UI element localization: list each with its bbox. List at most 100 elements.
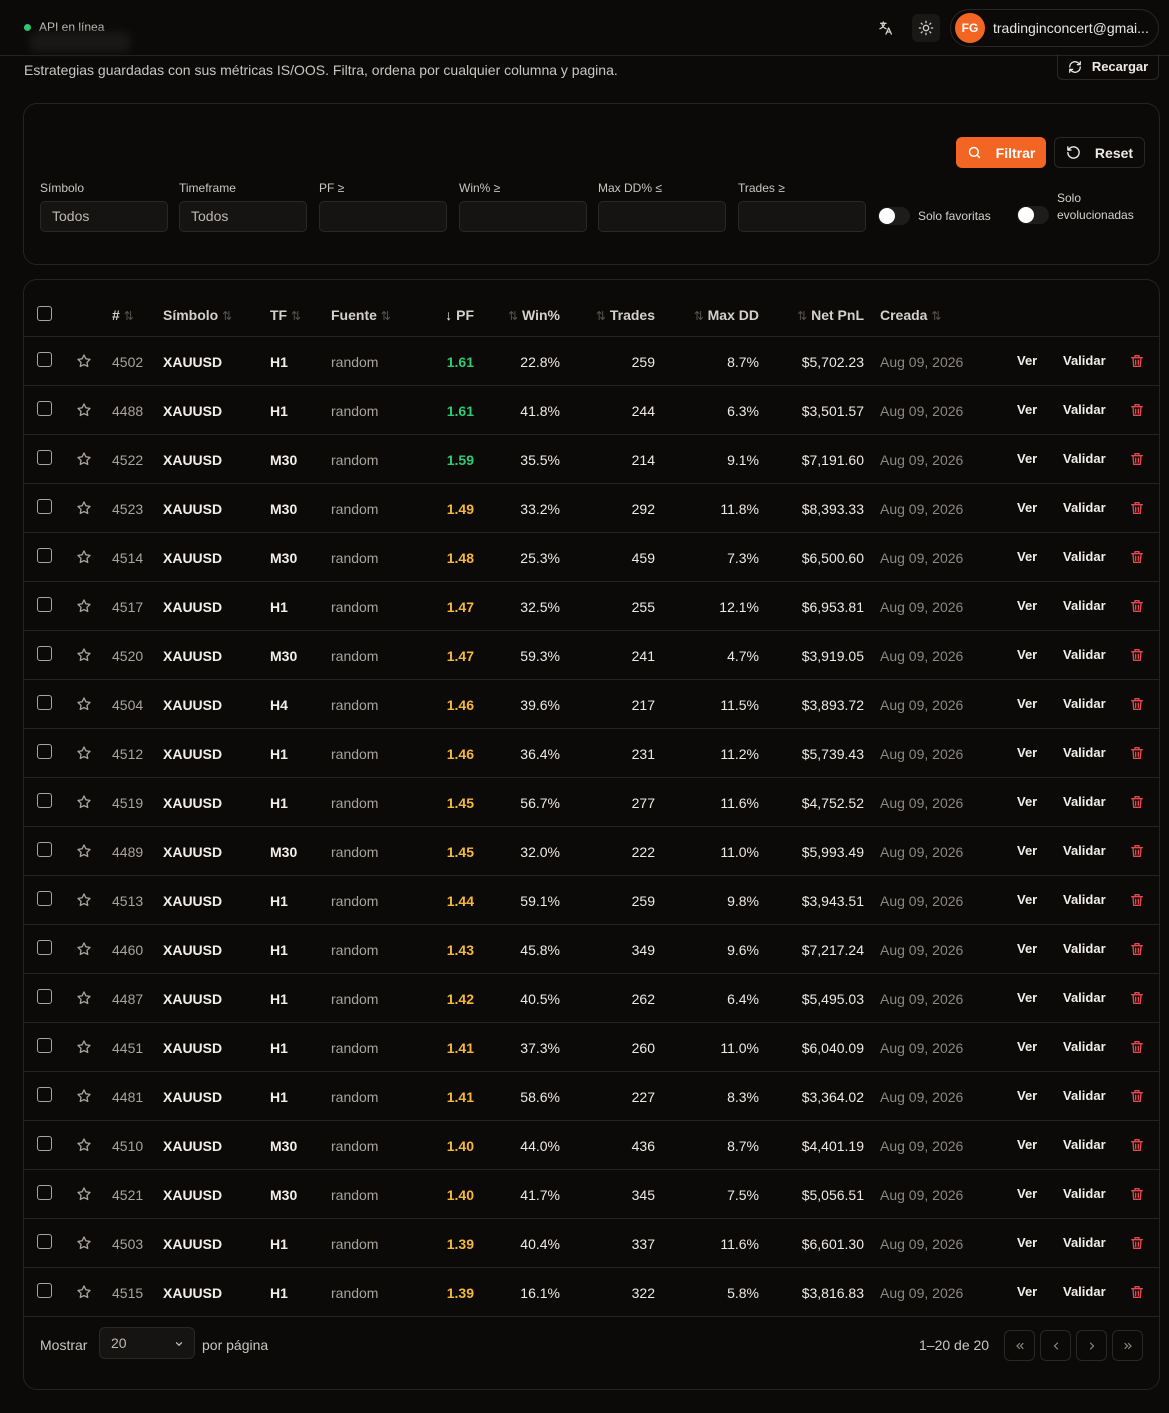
view-button[interactable]: Ver: [1017, 1186, 1037, 1201]
col-win[interactable]: ⇅ Win%: [508, 307, 560, 323]
last-page-button[interactable]: [1112, 1330, 1143, 1361]
validate-button[interactable]: Validar: [1063, 598, 1106, 613]
star-icon[interactable]: [76, 745, 92, 761]
star-icon[interactable]: [76, 696, 92, 712]
validate-button[interactable]: Validar: [1063, 647, 1106, 662]
row-checkbox[interactable]: [37, 744, 52, 759]
validate-button[interactable]: Validar: [1063, 1235, 1106, 1250]
col-id[interactable]: # ⇅: [112, 307, 134, 323]
star-icon[interactable]: [76, 451, 92, 467]
trash-icon[interactable]: [1129, 1137, 1145, 1153]
view-button[interactable]: Ver: [1017, 1284, 1037, 1299]
trash-icon[interactable]: [1129, 451, 1145, 467]
row-checkbox[interactable]: [37, 891, 52, 906]
star-icon[interactable]: [76, 1039, 92, 1055]
row-checkbox[interactable]: [37, 1038, 52, 1053]
view-button[interactable]: Ver: [1017, 451, 1037, 466]
row-checkbox[interactable]: [37, 793, 52, 808]
col-pf[interactable]: ↓ PF: [445, 307, 474, 323]
view-button[interactable]: Ver: [1017, 1137, 1037, 1152]
theme-toggle-button[interactable]: [912, 14, 940, 42]
row-checkbox[interactable]: [37, 989, 52, 1004]
row-checkbox[interactable]: [37, 352, 52, 367]
star-icon[interactable]: [76, 990, 92, 1006]
view-button[interactable]: Ver: [1017, 892, 1037, 907]
validate-button[interactable]: Validar: [1063, 745, 1106, 760]
view-button[interactable]: Ver: [1017, 843, 1037, 858]
reset-button[interactable]: Reset: [1054, 137, 1145, 168]
validate-button[interactable]: Validar: [1063, 941, 1106, 956]
trash-icon[interactable]: [1129, 598, 1145, 614]
validate-button[interactable]: Validar: [1063, 353, 1106, 368]
user-menu[interactable]: FG tradinginconcert@gmai...: [950, 9, 1159, 47]
view-button[interactable]: Ver: [1017, 1039, 1037, 1054]
view-button[interactable]: Ver: [1017, 990, 1037, 1005]
validate-button[interactable]: Validar: [1063, 794, 1106, 809]
trash-icon[interactable]: [1129, 794, 1145, 810]
row-checkbox[interactable]: [37, 695, 52, 710]
validate-button[interactable]: Validar: [1063, 843, 1106, 858]
trash-icon[interactable]: [1129, 696, 1145, 712]
validate-button[interactable]: Validar: [1063, 696, 1106, 711]
trash-icon[interactable]: [1129, 647, 1145, 663]
trash-icon[interactable]: [1129, 941, 1145, 957]
validate-button[interactable]: Validar: [1063, 402, 1106, 417]
star-icon[interactable]: [76, 1235, 92, 1251]
validate-button[interactable]: Validar: [1063, 1284, 1106, 1299]
row-checkbox[interactable]: [37, 1087, 52, 1102]
row-checkbox[interactable]: [37, 1283, 52, 1298]
validate-button[interactable]: Validar: [1063, 1186, 1106, 1201]
view-button[interactable]: Ver: [1017, 353, 1037, 368]
win-input[interactable]: [459, 201, 587, 232]
view-button[interactable]: Ver: [1017, 647, 1037, 662]
star-icon[interactable]: [76, 843, 92, 859]
symbol-select[interactable]: Todos: [40, 201, 168, 232]
star-icon[interactable]: [76, 353, 92, 369]
trash-icon[interactable]: [1129, 1284, 1145, 1300]
view-button[interactable]: Ver: [1017, 696, 1037, 711]
validate-button[interactable]: Validar: [1063, 1039, 1106, 1054]
validate-button[interactable]: Validar: [1063, 500, 1106, 515]
col-maxdd[interactable]: ⇅ Max DD: [694, 307, 759, 323]
view-button[interactable]: Ver: [1017, 794, 1037, 809]
row-checkbox[interactable]: [37, 842, 52, 857]
trash-icon[interactable]: [1129, 1039, 1145, 1055]
col-tf[interactable]: TF ⇅: [270, 307, 301, 323]
row-checkbox[interactable]: [37, 597, 52, 612]
trash-icon[interactable]: [1129, 500, 1145, 516]
star-icon[interactable]: [76, 402, 92, 418]
trash-icon[interactable]: [1129, 402, 1145, 418]
reload-button[interactable]: Recargar: [1057, 54, 1159, 80]
view-button[interactable]: Ver: [1017, 941, 1037, 956]
translate-button[interactable]: [872, 14, 900, 42]
trash-icon[interactable]: [1129, 745, 1145, 761]
star-icon[interactable]: [76, 549, 92, 565]
per-page-select[interactable]: 20: [99, 1327, 195, 1359]
col-symbol[interactable]: Símbolo ⇅: [163, 307, 232, 323]
first-page-button[interactable]: [1004, 1330, 1035, 1361]
row-checkbox[interactable]: [37, 548, 52, 563]
star-icon[interactable]: [76, 892, 92, 908]
row-checkbox[interactable]: [37, 1234, 52, 1249]
star-icon[interactable]: [76, 941, 92, 957]
next-page-button[interactable]: [1076, 1330, 1107, 1361]
select-all-checkbox[interactable]: [37, 306, 52, 321]
trash-icon[interactable]: [1129, 549, 1145, 565]
trash-icon[interactable]: [1129, 1186, 1145, 1202]
row-checkbox[interactable]: [37, 1136, 52, 1151]
row-checkbox[interactable]: [37, 499, 52, 514]
validate-button[interactable]: Validar: [1063, 549, 1106, 564]
star-icon[interactable]: [76, 500, 92, 516]
star-icon[interactable]: [76, 1186, 92, 1202]
validate-button[interactable]: Validar: [1063, 451, 1106, 466]
view-button[interactable]: Ver: [1017, 1088, 1037, 1103]
row-checkbox[interactable]: [37, 401, 52, 416]
star-icon[interactable]: [76, 1284, 92, 1300]
validate-button[interactable]: Validar: [1063, 892, 1106, 907]
row-checkbox[interactable]: [37, 1185, 52, 1200]
validate-button[interactable]: Validar: [1063, 1088, 1106, 1103]
row-checkbox[interactable]: [37, 646, 52, 661]
col-source[interactable]: Fuente ⇅: [331, 307, 391, 323]
prev-page-button[interactable]: [1040, 1330, 1071, 1361]
trash-icon[interactable]: [1129, 1235, 1145, 1251]
